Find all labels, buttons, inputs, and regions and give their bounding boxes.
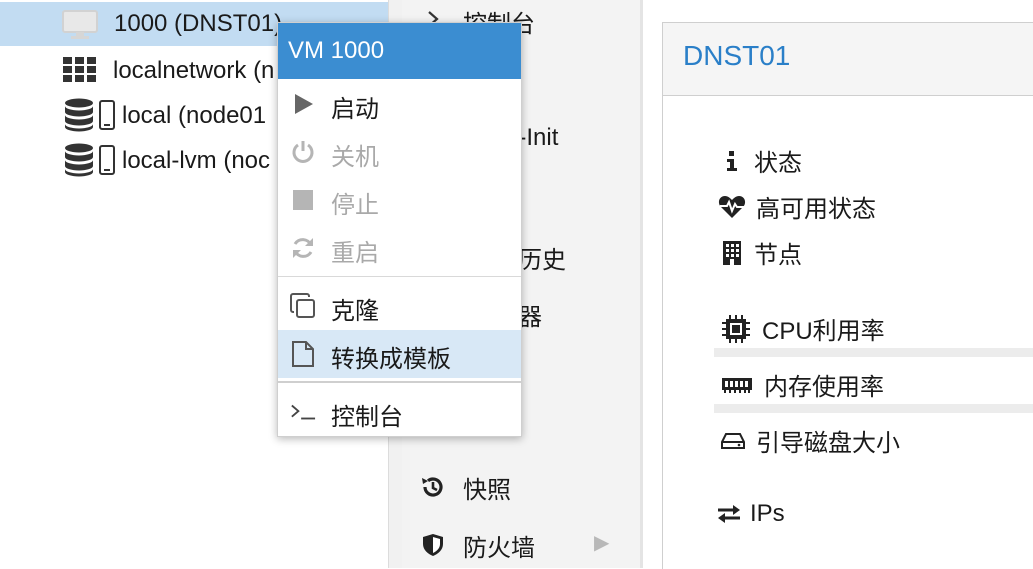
menu-item-start[interactable]: 启动	[278, 80, 521, 128]
vm-context-menu: VM 1000 启动 关机 停止 重启 克隆 转换成模板 控制台	[277, 22, 522, 437]
stop-icon	[290, 187, 316, 213]
menu-separator	[278, 381, 521, 383]
menu-item-convert-to-template[interactable]: 转换成模板	[278, 330, 521, 378]
stat-cpu: CPU利用率	[720, 311, 885, 346]
stat-ha-status: 高可用状态	[718, 189, 876, 224]
clone-icon	[290, 293, 316, 319]
stat-status: 状态	[720, 143, 802, 178]
tree-item-label: local-lvm (noc	[122, 147, 271, 174]
menu-item-console[interactable]: 控制台	[278, 388, 521, 436]
monitor-icon	[62, 10, 98, 40]
context-menu-title-text: VM 1000	[288, 37, 385, 64]
exchange-icon	[716, 504, 742, 524]
stat-label: 状态	[754, 150, 802, 177]
menu-item-label: 启动	[331, 96, 379, 123]
tree-item-label: localnetwork (n	[113, 57, 275, 84]
stat-ips: IPs	[716, 500, 785, 528]
stat-label: 内存使用率	[764, 374, 884, 401]
menu-item-stop[interactable]: 停止	[278, 176, 521, 224]
status-box	[662, 22, 1033, 569]
cpu-usage-bar	[714, 348, 1033, 357]
building-icon	[720, 240, 744, 266]
play-icon	[290, 91, 316, 117]
menu-item-clone[interactable]: 克隆	[278, 282, 521, 330]
shield-icon	[420, 532, 446, 558]
heartbeat-icon	[718, 195, 746, 219]
info-icon	[720, 150, 744, 172]
nav-item-label: 快照	[463, 477, 511, 504]
menu-item-shutdown[interactable]: 关机	[278, 128, 521, 176]
stat-node: 节点	[720, 235, 802, 270]
vm-name-title: DNST01	[683, 40, 791, 71]
menu-separator	[278, 276, 521, 277]
menu-item-label: 重启	[331, 240, 379, 267]
grid-icon	[63, 57, 97, 83]
terminal-icon	[290, 399, 316, 425]
memory-icon	[720, 376, 754, 394]
stat-memory: 内存使用率	[720, 367, 884, 402]
tree-item-label: local (node01	[122, 102, 267, 129]
menu-item-reboot[interactable]: 重启	[278, 224, 521, 272]
nav-item-firewall[interactable]: 防火墙 ▶	[402, 520, 640, 568]
menu-item-label: 克隆	[331, 298, 379, 325]
menu-item-label: 关机	[331, 144, 379, 171]
cpu-icon	[720, 314, 752, 344]
stat-label: CPU利用率	[762, 318, 885, 345]
file-icon	[290, 341, 316, 367]
stat-bootdisk: 引导磁盘大小	[720, 423, 900, 458]
context-menu-title: VM 1000	[278, 23, 521, 79]
stat-label: 引导磁盘大小	[756, 430, 900, 457]
stat-label: 高可用状态	[756, 196, 876, 223]
nav-item-label: 历史	[518, 247, 566, 274]
menu-item-label: 控制台	[331, 404, 403, 431]
memory-usage-bar	[714, 404, 1033, 413]
tree-item-label: 1000 (DNST01)	[114, 10, 283, 37]
hdd-icon	[720, 432, 746, 450]
stat-label: 节点	[754, 242, 802, 269]
submenu-arrow-icon: ▶	[594, 532, 610, 554]
storage-icon	[64, 98, 118, 132]
refresh-icon	[290, 235, 316, 261]
power-icon	[290, 139, 316, 165]
storage-icon	[64, 143, 118, 177]
stat-label: IPs	[750, 500, 785, 527]
history-icon	[420, 474, 446, 500]
nav-item-snapshots[interactable]: 快照	[402, 462, 640, 510]
menu-item-label: 转换成模板	[331, 346, 451, 373]
nav-item-label: 防火墙	[463, 535, 535, 562]
menu-item-label: 停止	[331, 192, 379, 219]
